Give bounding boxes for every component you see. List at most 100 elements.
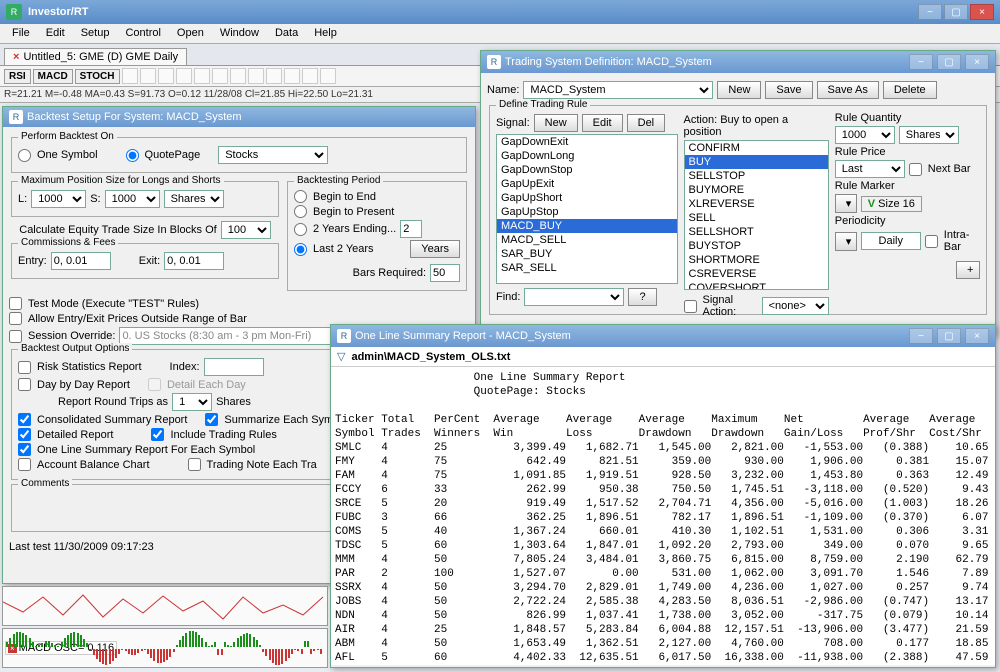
- macd-chart[interactable]: ×MACD OSC= 0.116: [2, 628, 328, 668]
- s-select[interactable]: 1000: [105, 190, 160, 208]
- nextbar-check[interactable]: [909, 163, 922, 176]
- action-item[interactable]: SELL: [685, 211, 828, 225]
- menu-setup[interactable]: Setup: [73, 24, 118, 43]
- toolbar-icon[interactable]: [158, 68, 174, 84]
- toolbar-icon[interactable]: [212, 68, 228, 84]
- tsd-min[interactable]: −: [909, 54, 933, 70]
- action-item[interactable]: BUYMORE: [685, 183, 828, 197]
- find-select[interactable]: [524, 288, 624, 306]
- oneline-check[interactable]: [18, 443, 31, 456]
- daybyday-check[interactable]: [18, 378, 31, 391]
- signal-del-button[interactable]: Del: [627, 114, 666, 132]
- menu-open[interactable]: Open: [169, 24, 212, 43]
- period-dropdown[interactable]: ▾: [835, 232, 857, 251]
- index-input[interactable]: [204, 358, 264, 376]
- test-mode-check[interactable]: [9, 297, 22, 310]
- toolbar-icon[interactable]: [176, 68, 192, 84]
- close-button[interactable]: ×: [970, 4, 994, 20]
- detailed-check[interactable]: [18, 428, 31, 441]
- tab-close-icon[interactable]: ×: [13, 51, 19, 63]
- action-item[interactable]: CONFIRM: [685, 141, 828, 155]
- blocks-select[interactable]: 100: [221, 221, 271, 239]
- toolbar-icon[interactable]: [230, 68, 246, 84]
- quotepage-radio[interactable]: [126, 149, 139, 162]
- action-item[interactable]: CSREVERSE: [685, 267, 828, 281]
- action-item[interactable]: COVERSHORT: [685, 281, 828, 290]
- action-item[interactable]: XLREVERSE: [685, 197, 828, 211]
- toolbar-icon[interactable]: [320, 68, 336, 84]
- action-item[interactable]: SELLSHORT: [685, 225, 828, 239]
- signal-listbox[interactable]: GapDownExitGapDownLongGapDownStopGapUpEx…: [496, 134, 678, 284]
- collapse-icon[interactable]: ▽: [337, 350, 345, 363]
- acctbal-check[interactable]: [18, 458, 31, 471]
- unit-select[interactable]: Shares: [164, 190, 224, 208]
- signal-item[interactable]: MACD_SELL: [497, 233, 677, 247]
- rsi-chart[interactable]: [2, 586, 328, 626]
- allow-entry-check[interactable]: [9, 312, 22, 325]
- macd-button[interactable]: MACD: [33, 69, 73, 84]
- plus-button[interactable]: +: [956, 261, 980, 279]
- toolbar-icon[interactable]: [194, 68, 210, 84]
- action-item[interactable]: SHORTMORE: [685, 253, 828, 267]
- last2-radio[interactable]: [294, 243, 307, 256]
- signal-item[interactable]: GapUpExit: [497, 177, 677, 191]
- toolbar-icon[interactable]: [122, 68, 138, 84]
- menu-data[interactable]: Data: [267, 24, 306, 43]
- begin-present-radio[interactable]: [294, 205, 307, 218]
- ols-max[interactable]: ▢: [937, 328, 961, 344]
- one-symbol-radio[interactable]: [18, 149, 31, 162]
- signal-item[interactable]: SAR_SELL: [497, 261, 677, 275]
- menu-window[interactable]: Window: [212, 24, 267, 43]
- price-select[interactable]: Last: [835, 160, 905, 178]
- sum-each-check[interactable]: [205, 413, 218, 426]
- qty-select[interactable]: 1000: [835, 126, 895, 144]
- signal-edit-button[interactable]: Edit: [582, 114, 623, 132]
- round-select[interactable]: 1: [172, 393, 212, 411]
- intrabar-check[interactable]: [925, 235, 938, 248]
- quotepage-select[interactable]: Stocks: [218, 146, 328, 164]
- two-years-input[interactable]: [400, 220, 422, 238]
- maximize-button[interactable]: ▢: [944, 4, 968, 20]
- tsd-new-button[interactable]: New: [717, 81, 761, 99]
- signal-action-select[interactable]: <none>: [762, 297, 829, 315]
- marker-dropdown[interactable]: ▾: [835, 194, 857, 213]
- signal-item[interactable]: GapDownExit: [497, 135, 677, 149]
- toolbar-icon[interactable]: [284, 68, 300, 84]
- menu-help[interactable]: Help: [306, 24, 345, 43]
- menu-edit[interactable]: Edit: [38, 24, 73, 43]
- signal-new-button[interactable]: New: [534, 114, 578, 132]
- ols-report-body[interactable]: One Line Summary Report QuotePage: Stock…: [331, 367, 995, 665]
- period-input[interactable]: [861, 232, 921, 250]
- find-help-button[interactable]: ?: [628, 288, 656, 306]
- action-item[interactable]: BUY: [685, 155, 828, 169]
- signal-item[interactable]: GapDownStop: [497, 163, 677, 177]
- begin-end-radio[interactable]: [294, 190, 307, 203]
- signal-action-check[interactable]: [684, 300, 697, 313]
- doc-tab[interactable]: × Untitled_5: GME (D) GME Daily: [4, 48, 187, 65]
- stoch-button[interactable]: STOCH: [75, 69, 120, 84]
- menu-file[interactable]: File: [4, 24, 38, 43]
- toolbar-icon[interactable]: [302, 68, 318, 84]
- menu-control[interactable]: Control: [117, 24, 168, 43]
- tsd-save-button[interactable]: Save: [765, 81, 812, 99]
- incl-rules-check[interactable]: [151, 428, 164, 441]
- consolidated-check[interactable]: [18, 413, 31, 426]
- ols-min[interactable]: −: [909, 328, 933, 344]
- tsd-saveas-button[interactable]: Save As: [817, 81, 879, 99]
- bars-req-input[interactable]: [430, 264, 460, 282]
- minimize-button[interactable]: −: [918, 4, 942, 20]
- signal-item[interactable]: GapUpShort: [497, 191, 677, 205]
- years-button[interactable]: Years: [410, 240, 460, 258]
- signal-item[interactable]: GapDownLong: [497, 149, 677, 163]
- action-listbox[interactable]: CONFIRMBUYSELLSTOPBUYMOREXLREVERSESELLSE…: [684, 140, 829, 290]
- toolbar-icon[interactable]: [266, 68, 282, 84]
- tsd-delete-button[interactable]: Delete: [883, 81, 937, 99]
- l-select[interactable]: 1000: [31, 190, 86, 208]
- ols-close[interactable]: ×: [965, 328, 989, 344]
- trading-note-check[interactable]: [188, 458, 201, 471]
- entry-input[interactable]: [51, 252, 111, 270]
- risk-stats-check[interactable]: [18, 361, 31, 374]
- tsd-max[interactable]: ▢: [937, 54, 961, 70]
- session-override-check[interactable]: [9, 330, 22, 343]
- toolbar-icon[interactable]: [140, 68, 156, 84]
